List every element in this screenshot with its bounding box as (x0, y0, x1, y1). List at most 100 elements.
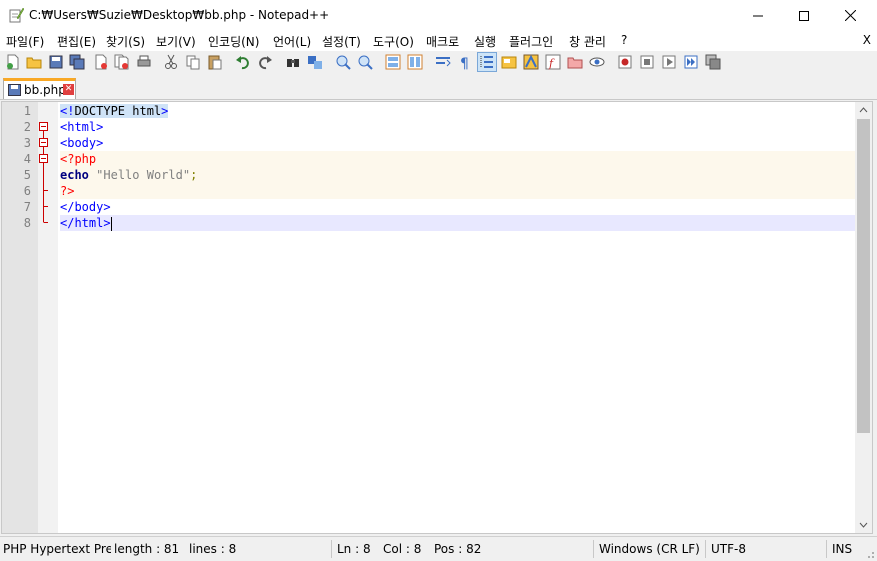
status-divider (593, 540, 594, 558)
tab-bar: bb.php ✕ (0, 78, 877, 100)
title-bar: C:₩Users₩Suzie₩Desktop₩bb.php - Notepad+… (0, 0, 877, 31)
code-line[interactable]: <html> (60, 119, 856, 135)
macro-save-icon[interactable] (704, 53, 722, 71)
monitoring-eye-icon[interactable] (588, 53, 606, 71)
menu-plugins[interactable]: 플러그인 (509, 33, 553, 50)
line-number: 7 (23, 200, 31, 214)
user-language-icon[interactable] (500, 53, 518, 71)
find-icon[interactable] (284, 53, 302, 71)
code-token: <html> (60, 120, 104, 134)
cut-icon[interactable] (162, 53, 180, 71)
word-wrap-icon[interactable] (434, 53, 452, 71)
code-line[interactable]: </body> (60, 199, 856, 215)
menu-view[interactable]: 보기(V) (156, 33, 196, 50)
macro-stop-icon[interactable] (638, 53, 656, 71)
tab-close-icon[interactable]: ✕ (63, 84, 74, 95)
menu-search[interactable]: 찾기(S) (106, 33, 145, 50)
macro-record-icon[interactable] (616, 53, 634, 71)
menu-bar: 파일(F) 편집(E) 찾기(S) 보기(V) 인코딩(N) 언어(L) 설정(… (0, 31, 877, 51)
code-line[interactable]: <body> (60, 135, 856, 151)
text-caret (110, 216, 112, 231)
document-map-icon[interactable] (522, 53, 540, 71)
minimize-button[interactable] (735, 0, 781, 31)
print-icon[interactable] (135, 53, 153, 71)
svg-text:¶: ¶ (460, 56, 469, 70)
copy-icon[interactable] (184, 53, 202, 71)
code-line[interactable]: echo "Hello World"; (60, 167, 856, 183)
menu-settings[interactable]: 설정(T) (322, 33, 361, 50)
code-token: </body> (60, 200, 111, 214)
show-all-characters-icon[interactable]: ¶ (456, 53, 474, 71)
save-all-icon[interactable] (68, 53, 86, 71)
menu-edit[interactable]: 편집(E) (57, 33, 96, 50)
code-token: > (161, 104, 169, 118)
zoom-in-icon[interactable] (334, 53, 352, 71)
status-line-number: Ln : 8 (337, 542, 371, 556)
saved-file-icon (8, 84, 21, 96)
line-number-margin: 1 2 3 4 5 6 7 8 (2, 102, 38, 533)
line-number: 8 (23, 216, 31, 230)
notepadpp-app-icon (8, 7, 25, 23)
code-token: echo (60, 168, 89, 182)
code-token: DOCTYPE html (74, 104, 162, 118)
close-all-icon[interactable] (113, 53, 131, 71)
tab-bb-php[interactable]: bb.php ✕ (3, 78, 76, 99)
vertical-scrollbar[interactable] (855, 102, 872, 533)
paste-icon[interactable] (206, 53, 224, 71)
macro-run-multiple-icon[interactable] (682, 53, 700, 71)
zoom-out-icon[interactable] (356, 53, 374, 71)
code-line[interactable]: </html> (60, 215, 856, 231)
undo-icon[interactable] (234, 53, 252, 71)
line-number: 1 (23, 104, 31, 118)
status-divider (826, 540, 827, 558)
code-token: ?> (60, 184, 75, 198)
menu-language[interactable]: 언어(L) (273, 33, 311, 50)
close-document-button[interactable]: X (863, 33, 871, 47)
fold-markers (39, 122, 48, 223)
menu-encoding[interactable]: 인코딩(N) (208, 33, 259, 50)
status-bar: PHP Hypertext Prep length : 81 lines : 8… (0, 536, 877, 561)
status-encoding: UTF-8 (711, 542, 746, 556)
code-line[interactable]: <?php (60, 151, 856, 167)
status-language: PHP Hypertext Prep (3, 542, 111, 556)
scroll-thumb[interactable] (857, 119, 870, 433)
resize-grip-icon[interactable] (863, 547, 875, 559)
editor-area[interactable]: 12345678 <!DOCTYPE html> <html> <body> <?ph… (1, 101, 873, 534)
code-token: <! (60, 104, 75, 118)
line-number: 4 (23, 152, 31, 166)
scroll-down-icon[interactable] (855, 516, 872, 533)
redo-icon[interactable] (256, 53, 274, 71)
code-token: </html> (60, 216, 111, 230)
sync-horizontal-icon[interactable] (406, 53, 424, 71)
open-file-icon[interactable] (25, 53, 43, 71)
menu-window[interactable]: 창 관리 (569, 33, 606, 50)
menu-run[interactable]: 실행 (474, 33, 496, 50)
macro-play-icon[interactable] (660, 53, 678, 71)
code-token: "Hello World" (96, 168, 191, 182)
menu-help[interactable]: ? (621, 33, 627, 47)
new-file-icon[interactable] (4, 53, 22, 71)
indent-guide-icon[interactable] (477, 52, 497, 72)
status-divider (705, 540, 706, 558)
scroll-up-icon[interactable] (855, 102, 872, 119)
function-list-icon[interactable]: f (544, 53, 562, 71)
code-line[interactable]: ?> (60, 183, 856, 199)
folder-workspace-icon[interactable] (566, 53, 584, 71)
sync-vertical-icon[interactable] (384, 53, 402, 71)
menu-macro[interactable]: 매크로 (426, 33, 459, 50)
replace-icon[interactable] (306, 53, 324, 71)
fold-margin[interactable] (38, 102, 58, 533)
code-token: <?php (60, 152, 97, 166)
status-insert-mode: INS (832, 542, 853, 556)
save-icon[interactable] (47, 53, 65, 71)
close-file-icon[interactable] (92, 53, 110, 71)
code-line[interactable]: <!DOCTYPE html> (60, 103, 856, 119)
close-window-button[interactable] (827, 0, 873, 31)
status-column: Col : 8 (383, 542, 422, 556)
menu-file[interactable]: 파일(F) (6, 33, 44, 50)
line-number: 5 (23, 168, 31, 182)
menu-tools[interactable]: 도구(O) (373, 33, 414, 50)
toolbar: ¶ f (0, 51, 877, 73)
status-length: length : 81 (114, 542, 180, 556)
maximize-button[interactable] (781, 0, 827, 31)
